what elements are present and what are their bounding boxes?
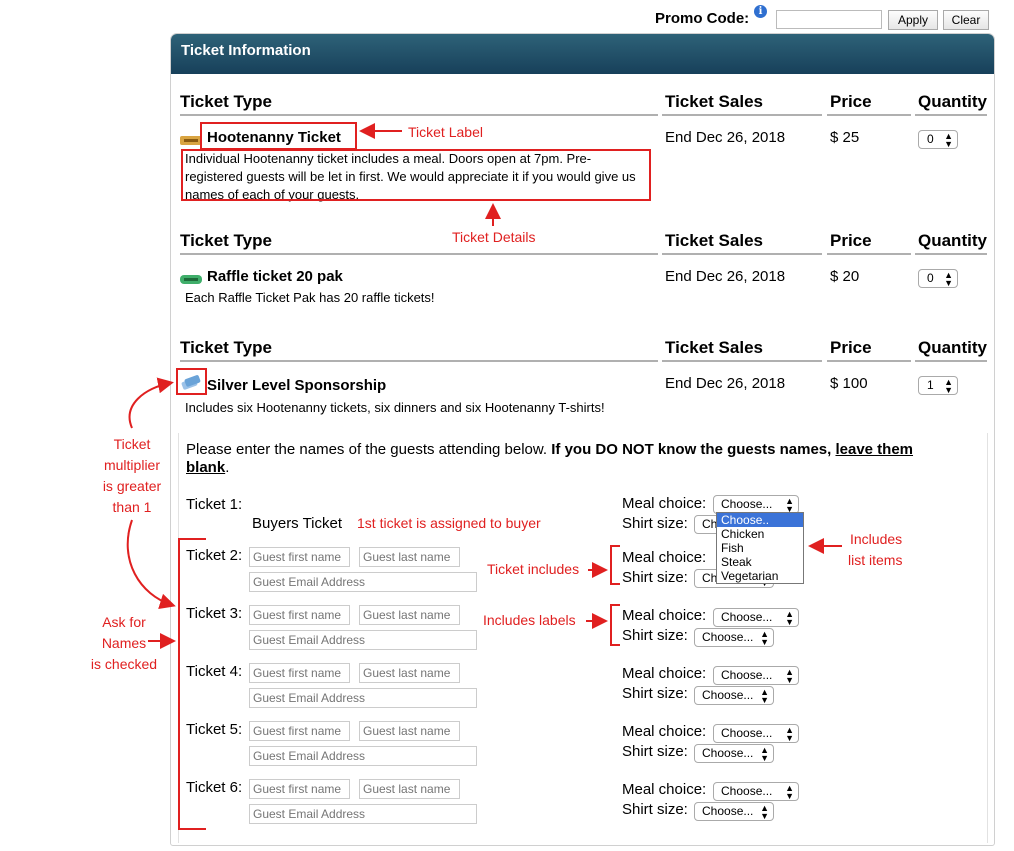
annotation-arrows: [126, 123, 842, 649]
arrow-multiplier-down: [126, 519, 176, 610]
arrow-multiplier-up: [128, 377, 174, 429]
